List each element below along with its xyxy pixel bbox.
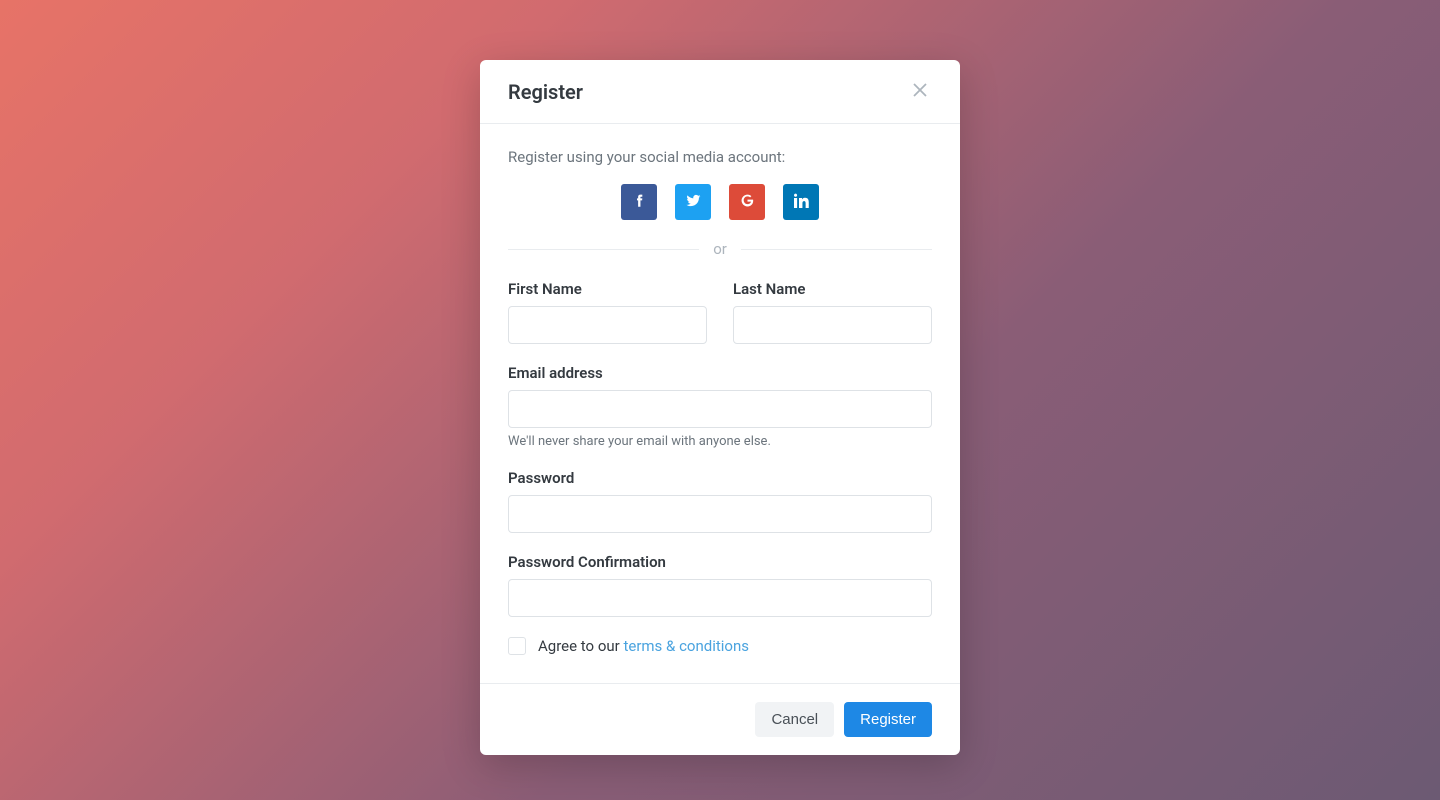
twitter-icon bbox=[686, 193, 701, 211]
facebook-icon bbox=[632, 193, 647, 211]
email-help-text: We'll never share your email with anyone… bbox=[508, 434, 932, 449]
close-icon bbox=[912, 82, 928, 101]
last-name-label: Last Name bbox=[733, 280, 932, 298]
modal-body: Register using your social media account… bbox=[480, 124, 960, 683]
email-label: Email address bbox=[508, 364, 932, 382]
first-name-label: First Name bbox=[508, 280, 707, 298]
password-confirm-input[interactable] bbox=[508, 579, 932, 617]
terms-checkbox[interactable] bbox=[508, 637, 526, 655]
terms-label: Agree to our terms & conditions bbox=[538, 637, 749, 655]
register-button[interactable]: Register bbox=[844, 702, 932, 737]
close-button[interactable] bbox=[908, 78, 932, 105]
email-input[interactable] bbox=[508, 390, 932, 428]
password-label: Password bbox=[508, 469, 932, 487]
google-icon bbox=[740, 193, 755, 211]
divider-text: or bbox=[699, 240, 741, 258]
first-name-input[interactable] bbox=[508, 306, 707, 344]
modal-header: Register bbox=[480, 60, 960, 124]
social-buttons-row bbox=[508, 184, 932, 220]
facebook-login-button[interactable] bbox=[621, 184, 657, 220]
linkedin-icon bbox=[794, 193, 809, 211]
register-modal: Register Register using your social medi… bbox=[480, 60, 960, 755]
last-name-input[interactable] bbox=[733, 306, 932, 344]
twitter-login-button[interactable] bbox=[675, 184, 711, 220]
divider: or bbox=[508, 240, 932, 258]
cancel-button[interactable]: Cancel bbox=[755, 702, 834, 737]
password-input[interactable] bbox=[508, 495, 932, 533]
social-prompt: Register using your social media account… bbox=[508, 148, 932, 166]
password-confirm-label: Password Confirmation bbox=[508, 553, 932, 571]
modal-title: Register bbox=[508, 80, 583, 104]
terms-link[interactable]: terms & conditions bbox=[623, 637, 749, 655]
modal-footer: Cancel Register bbox=[480, 683, 960, 755]
terms-prefix: Agree to our bbox=[538, 637, 623, 655]
google-login-button[interactable] bbox=[729, 184, 765, 220]
linkedin-login-button[interactable] bbox=[783, 184, 819, 220]
